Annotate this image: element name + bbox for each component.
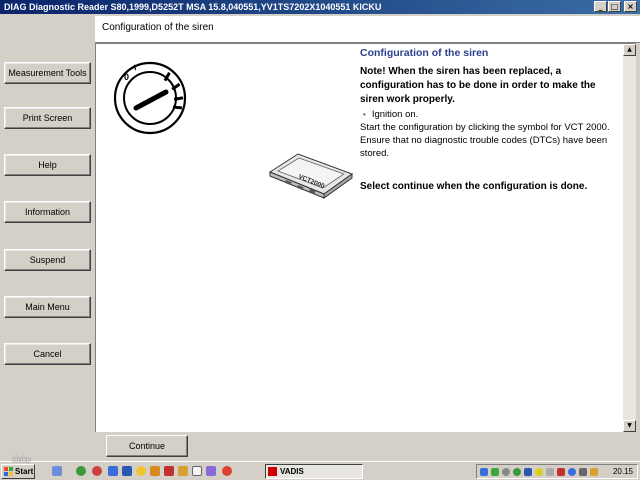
quicklaunch-green-icon[interactable] bbox=[76, 466, 86, 476]
information-button[interactable]: Information bbox=[4, 201, 91, 223]
bullet-text: Ignition on. bbox=[371, 109, 419, 120]
page-header: Configuration of the siren bbox=[95, 16, 640, 43]
vertical-scrollbar[interactable]: ▲ ▼ bbox=[623, 44, 636, 432]
quicklaunch-ie-icon[interactable] bbox=[108, 466, 118, 476]
ignition-switch-icon: 0 I bbox=[113, 61, 187, 135]
window-controls: _ □ × bbox=[594, 1, 637, 12]
taskbar-item-vadis[interactable]: VADIS bbox=[265, 464, 363, 479]
continue-button[interactable]: Continue bbox=[106, 435, 188, 457]
quicklaunch-red-icon[interactable] bbox=[92, 466, 102, 476]
tray-yellow-icon[interactable] bbox=[535, 468, 543, 476]
tray-device-icon[interactable] bbox=[546, 468, 554, 476]
svg-text:0: 0 bbox=[124, 72, 129, 82]
help-button[interactable]: Help bbox=[4, 154, 91, 176]
restore-button[interactable]: □ bbox=[608, 1, 621, 12]
clock[interactable]: 20.15 bbox=[613, 466, 633, 478]
cancel-button[interactable]: Cancel bbox=[4, 343, 91, 365]
instruction-line-1: Start the configuration by clicking the … bbox=[360, 122, 610, 133]
windows-flag-icon bbox=[4, 467, 13, 476]
watermark: klokp bbox=[12, 455, 31, 464]
tray-blue-icon[interactable] bbox=[524, 468, 532, 476]
close-button[interactable]: × bbox=[624, 1, 637, 12]
bullet-icon: • bbox=[363, 110, 366, 119]
instructions: • Ignition on. Start the configuration by… bbox=[360, 108, 622, 160]
vadis-icon bbox=[268, 467, 277, 476]
scroll-up-button[interactable]: ▲ bbox=[623, 44, 636, 56]
tray-volume-icon[interactable] bbox=[579, 468, 587, 476]
final-instruction: Select continue when the configuration i… bbox=[360, 181, 588, 192]
page-title: Configuration of the siren bbox=[102, 22, 214, 33]
measurement-tools-button[interactable]: Measurement Tools bbox=[4, 62, 91, 84]
task-label: VADIS bbox=[280, 467, 304, 476]
quicklaunch-folder-icon[interactable] bbox=[150, 466, 160, 476]
system-tray: 20.15 bbox=[476, 464, 638, 479]
content-title: Configuration of the siren bbox=[360, 47, 489, 59]
tray-security-icon[interactable] bbox=[513, 468, 521, 476]
bullet-item: • Ignition on. bbox=[360, 108, 622, 121]
quicklaunch-app-icon[interactable] bbox=[178, 466, 188, 476]
tray-green-icon[interactable] bbox=[491, 468, 499, 476]
quicklaunch-chrome-icon[interactable] bbox=[222, 466, 232, 476]
tray-power-icon[interactable] bbox=[590, 468, 598, 476]
tray-bluetooth-icon[interactable] bbox=[568, 468, 576, 476]
quicklaunch-desktop-icon[interactable] bbox=[52, 466, 62, 476]
start-label: Start bbox=[15, 467, 34, 476]
main-menu-button[interactable]: Main Menu bbox=[4, 296, 91, 318]
quicklaunch-tools-icon[interactable] bbox=[164, 466, 174, 476]
tray-network-icon[interactable] bbox=[480, 468, 488, 476]
tray-red-icon[interactable] bbox=[557, 468, 565, 476]
print-screen-button[interactable]: Print Screen bbox=[4, 107, 91, 129]
minimize-button[interactable]: _ bbox=[594, 1, 607, 12]
note-text: Note! When the siren has been replaced, … bbox=[360, 66, 596, 105]
quicklaunch-chart-icon[interactable] bbox=[206, 466, 216, 476]
scroll-down-button[interactable]: ▼ bbox=[623, 420, 636, 432]
vct2000-device-icon[interactable]: VCT2000 bbox=[268, 150, 354, 200]
quicklaunch-smiley-icon[interactable] bbox=[136, 466, 146, 476]
taskbar: Start VADIS 20.15 bbox=[0, 461, 640, 480]
instruction-line-2: Ensure that no diagnostic trouble codes … bbox=[360, 135, 608, 159]
window-titlebar[interactable]: DIAG Diagnostic Reader S80,1999,D5252T M… bbox=[0, 0, 640, 14]
start-button[interactable]: Start bbox=[1, 464, 35, 479]
tray-gray-icon[interactable] bbox=[502, 468, 510, 476]
screen: DIAG Diagnostic Reader S80,1999,D5252T M… bbox=[0, 0, 640, 480]
quicklaunch-window-icon[interactable] bbox=[192, 466, 202, 476]
suspend-button[interactable]: Suspend bbox=[4, 249, 91, 271]
quicklaunch-blue-icon[interactable] bbox=[122, 466, 132, 476]
window-title: DIAG Diagnostic Reader S80,1999,D5252T M… bbox=[4, 2, 382, 12]
